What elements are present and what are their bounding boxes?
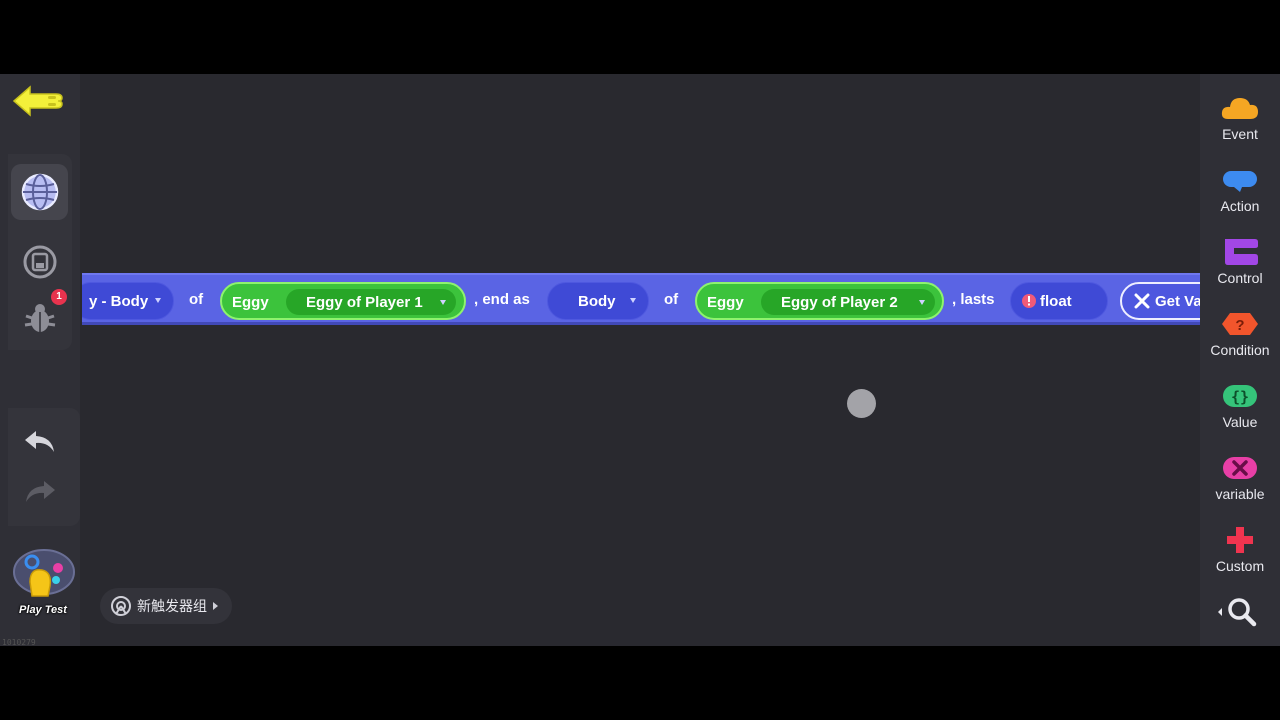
eggy-block-1[interactable]: Eggy Eggy of Player 1 bbox=[220, 282, 466, 320]
duration-slot[interactable]: float bbox=[1010, 282, 1108, 320]
globe-button[interactable] bbox=[11, 164, 68, 220]
action-cloud-icon bbox=[1223, 171, 1257, 192]
category-control[interactable]: Control bbox=[1200, 236, 1280, 300]
body-part-label-1: y - Body bbox=[89, 292, 149, 310]
value-braces-icon: {} bbox=[1223, 385, 1257, 407]
palette-icon bbox=[13, 549, 75, 597]
back-button[interactable] bbox=[10, 80, 68, 122]
condition-hexagon-icon: ? bbox=[1222, 313, 1258, 335]
event-cloud-icon bbox=[1221, 98, 1258, 119]
get-value-block[interactable]: Get Va bbox=[1120, 282, 1200, 320]
get-value-label: Get Va bbox=[1155, 292, 1200, 310]
category-label: Action bbox=[1220, 198, 1260, 214]
category-label: variable bbox=[1215, 486, 1265, 502]
eggy-label-2: Eggy bbox=[707, 294, 744, 311]
play-test-label: Play Test bbox=[19, 604, 67, 616]
category-variable[interactable]: variable bbox=[1200, 452, 1280, 516]
chevron-down-icon bbox=[919, 300, 925, 305]
svg-text:{}: {} bbox=[1231, 388, 1249, 406]
category-label: Value bbox=[1222, 414, 1258, 430]
player-label-2: Eggy of Player 2 bbox=[781, 293, 898, 311]
body-part-dropdown-1[interactable]: y - Body bbox=[82, 282, 174, 320]
back-arrow-icon bbox=[12, 85, 63, 117]
of-label-1: of bbox=[189, 291, 204, 308]
trigger-group-tag[interactable]: 新触发器组 bbox=[100, 588, 232, 624]
category-label: Condition bbox=[1210, 342, 1270, 358]
end-as-label: , end as bbox=[474, 291, 530, 308]
lasts-label: , lasts bbox=[952, 291, 995, 308]
zoom-button[interactable] bbox=[1212, 594, 1262, 630]
play-test-button[interactable]: Play Test bbox=[8, 544, 78, 624]
undo-icon bbox=[25, 431, 54, 452]
svg-text:?: ? bbox=[1235, 317, 1244, 334]
redo-button[interactable] bbox=[20, 474, 60, 510]
category-value[interactable]: {} Value bbox=[1200, 380, 1280, 444]
save-icon bbox=[23, 245, 57, 279]
player-dropdown-2[interactable]: Eggy of Player 2 bbox=[761, 289, 935, 315]
bug-icon bbox=[24, 304, 56, 332]
debug-badge: 1 bbox=[51, 289, 67, 305]
category-label: Control bbox=[1217, 270, 1263, 286]
chevron-down-icon bbox=[155, 298, 161, 303]
float-label: float bbox=[1040, 292, 1072, 310]
chevron-down-icon bbox=[630, 298, 636, 303]
control-bracket-icon bbox=[1225, 239, 1258, 265]
version-label: 1010279 bbox=[2, 638, 36, 646]
trigger-group-label: 新触发器组 bbox=[137, 598, 207, 614]
category-label: Custom bbox=[1215, 558, 1265, 574]
eggy-block-2[interactable]: Eggy Eggy of Player 2 bbox=[695, 282, 944, 320]
variable-x-icon bbox=[1223, 457, 1257, 479]
category-condition[interactable]: ? Condition bbox=[1200, 308, 1280, 372]
category-event[interactable]: Event bbox=[1200, 92, 1280, 156]
category-action[interactable]: Action bbox=[1200, 164, 1280, 228]
custom-plus-icon bbox=[1227, 527, 1253, 553]
body-part-dropdown-2[interactable]: Body bbox=[547, 282, 649, 320]
globe-icon bbox=[21, 173, 58, 211]
action-block[interactable]: y - Body of Eggy Eggy of Player 1 , end … bbox=[82, 273, 1200, 325]
redo-icon bbox=[26, 481, 55, 502]
eggy-label-1: Eggy bbox=[232, 294, 269, 311]
warning-icon bbox=[1022, 294, 1036, 308]
body-part-label-2: Body bbox=[578, 292, 616, 310]
chevron-left-icon bbox=[1218, 608, 1222, 616]
chevron-down-icon bbox=[440, 300, 446, 305]
save-button[interactable] bbox=[20, 242, 60, 282]
category-label: Event bbox=[1222, 126, 1258, 142]
touch-cursor bbox=[847, 389, 876, 418]
left-toolbar: 1 Play Test 1010279 bbox=[0, 74, 80, 646]
undo-button[interactable] bbox=[20, 424, 60, 460]
x-icon bbox=[1134, 293, 1150, 309]
category-palette: Event Action Control ? Condition {} Valu… bbox=[1200, 74, 1280, 646]
trigger-group-icon bbox=[111, 596, 131, 616]
chevron-right-icon bbox=[213, 602, 218, 610]
trigger-editor: 1 Play Test 1010279 y - Body of Eggy Egg… bbox=[0, 74, 1280, 646]
magnifier-icon bbox=[1228, 598, 1257, 627]
category-custom[interactable]: Custom bbox=[1200, 524, 1280, 588]
player-label-1: Eggy of Player 1 bbox=[306, 293, 423, 311]
of-label-2: of bbox=[664, 291, 679, 308]
player-dropdown-1[interactable]: Eggy of Player 1 bbox=[286, 289, 456, 315]
